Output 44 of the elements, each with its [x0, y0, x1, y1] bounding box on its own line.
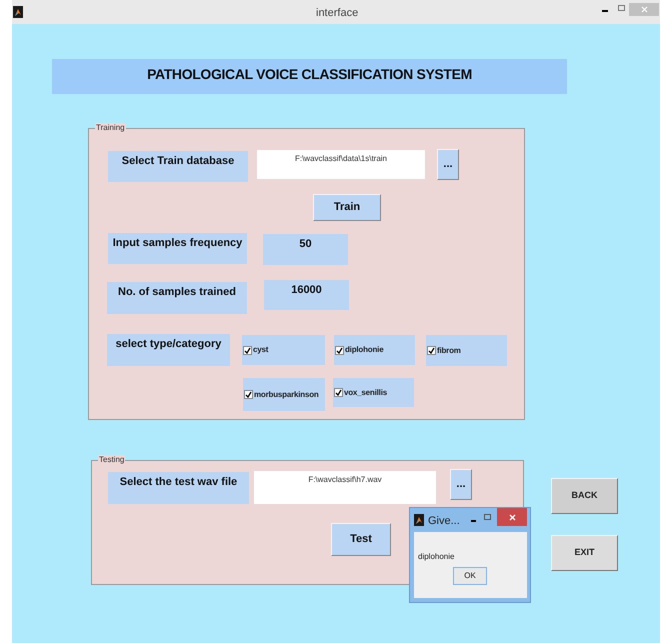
window-title: interface — [316, 6, 358, 21]
check-icon — [428, 347, 435, 354]
category-checkbox[interactable]: diplohonie — [334, 335, 415, 365]
panel-title: Testing — [98, 455, 126, 464]
maximize-icon[interactable] — [618, 5, 625, 11]
checkbox[interactable] — [243, 346, 252, 354]
category-checkbox[interactable]: fibrom — [426, 335, 507, 366]
check-icon — [245, 391, 252, 398]
path-field[interactable]: F:\wavclassif\h7.wav — [254, 471, 436, 504]
field-label: No. of samples trained — [107, 282, 247, 314]
check-icon — [335, 389, 342, 396]
ok-button[interactable]: OK — [453, 567, 487, 585]
check-icon — [336, 346, 343, 354]
value-display: 50 — [263, 234, 348, 265]
checkbox[interactable] — [244, 390, 253, 399]
browse-button[interactable]: ... — [437, 149, 459, 180]
check-icon — [244, 346, 251, 354]
field-label: Input samples frequency — [108, 233, 247, 264]
checkbox[interactable] — [335, 346, 344, 354]
app-logo-icon — [13, 6, 23, 18]
category-checkbox[interactable]: cyst — [242, 335, 325, 365]
maximize-icon[interactable] — [484, 514, 491, 520]
checkbox[interactable] — [427, 346, 436, 355]
checkbox[interactable] — [334, 388, 343, 397]
dialog-title: Give... — [428, 514, 460, 529]
dialog-message: diplohonie — [418, 551, 454, 563]
path-field[interactable]: F:\wavclassif\data\1s\train — [257, 150, 425, 179]
browse-button[interactable]: ... — [450, 469, 472, 500]
panel-title: Training — [95, 123, 126, 132]
field-label: Select the test wav file — [108, 472, 249, 504]
field-label: select type/category — [107, 334, 230, 366]
close-icon — [508, 514, 516, 520]
app-heading: PATHOLOGICAL VOICE CLASSIFICATION SYSTEM — [147, 65, 472, 84]
train-button[interactable]: Train — [313, 194, 381, 221]
value-display: 16000 — [264, 280, 349, 310]
test-button[interactable]: Test — [331, 523, 391, 556]
app-logo-icon — [414, 514, 424, 526]
category-checkbox[interactable]: vox_senillis — [333, 378, 414, 407]
close-button[interactable] — [497, 508, 527, 526]
action-button[interactable]: EXIT — [551, 535, 618, 571]
field-label: Select Train database — [108, 151, 248, 182]
category-checkbox[interactable]: morbusparkinson — [243, 378, 325, 411]
action-button[interactable]: BACK — [551, 478, 618, 514]
close-icon — [640, 6, 648, 13]
